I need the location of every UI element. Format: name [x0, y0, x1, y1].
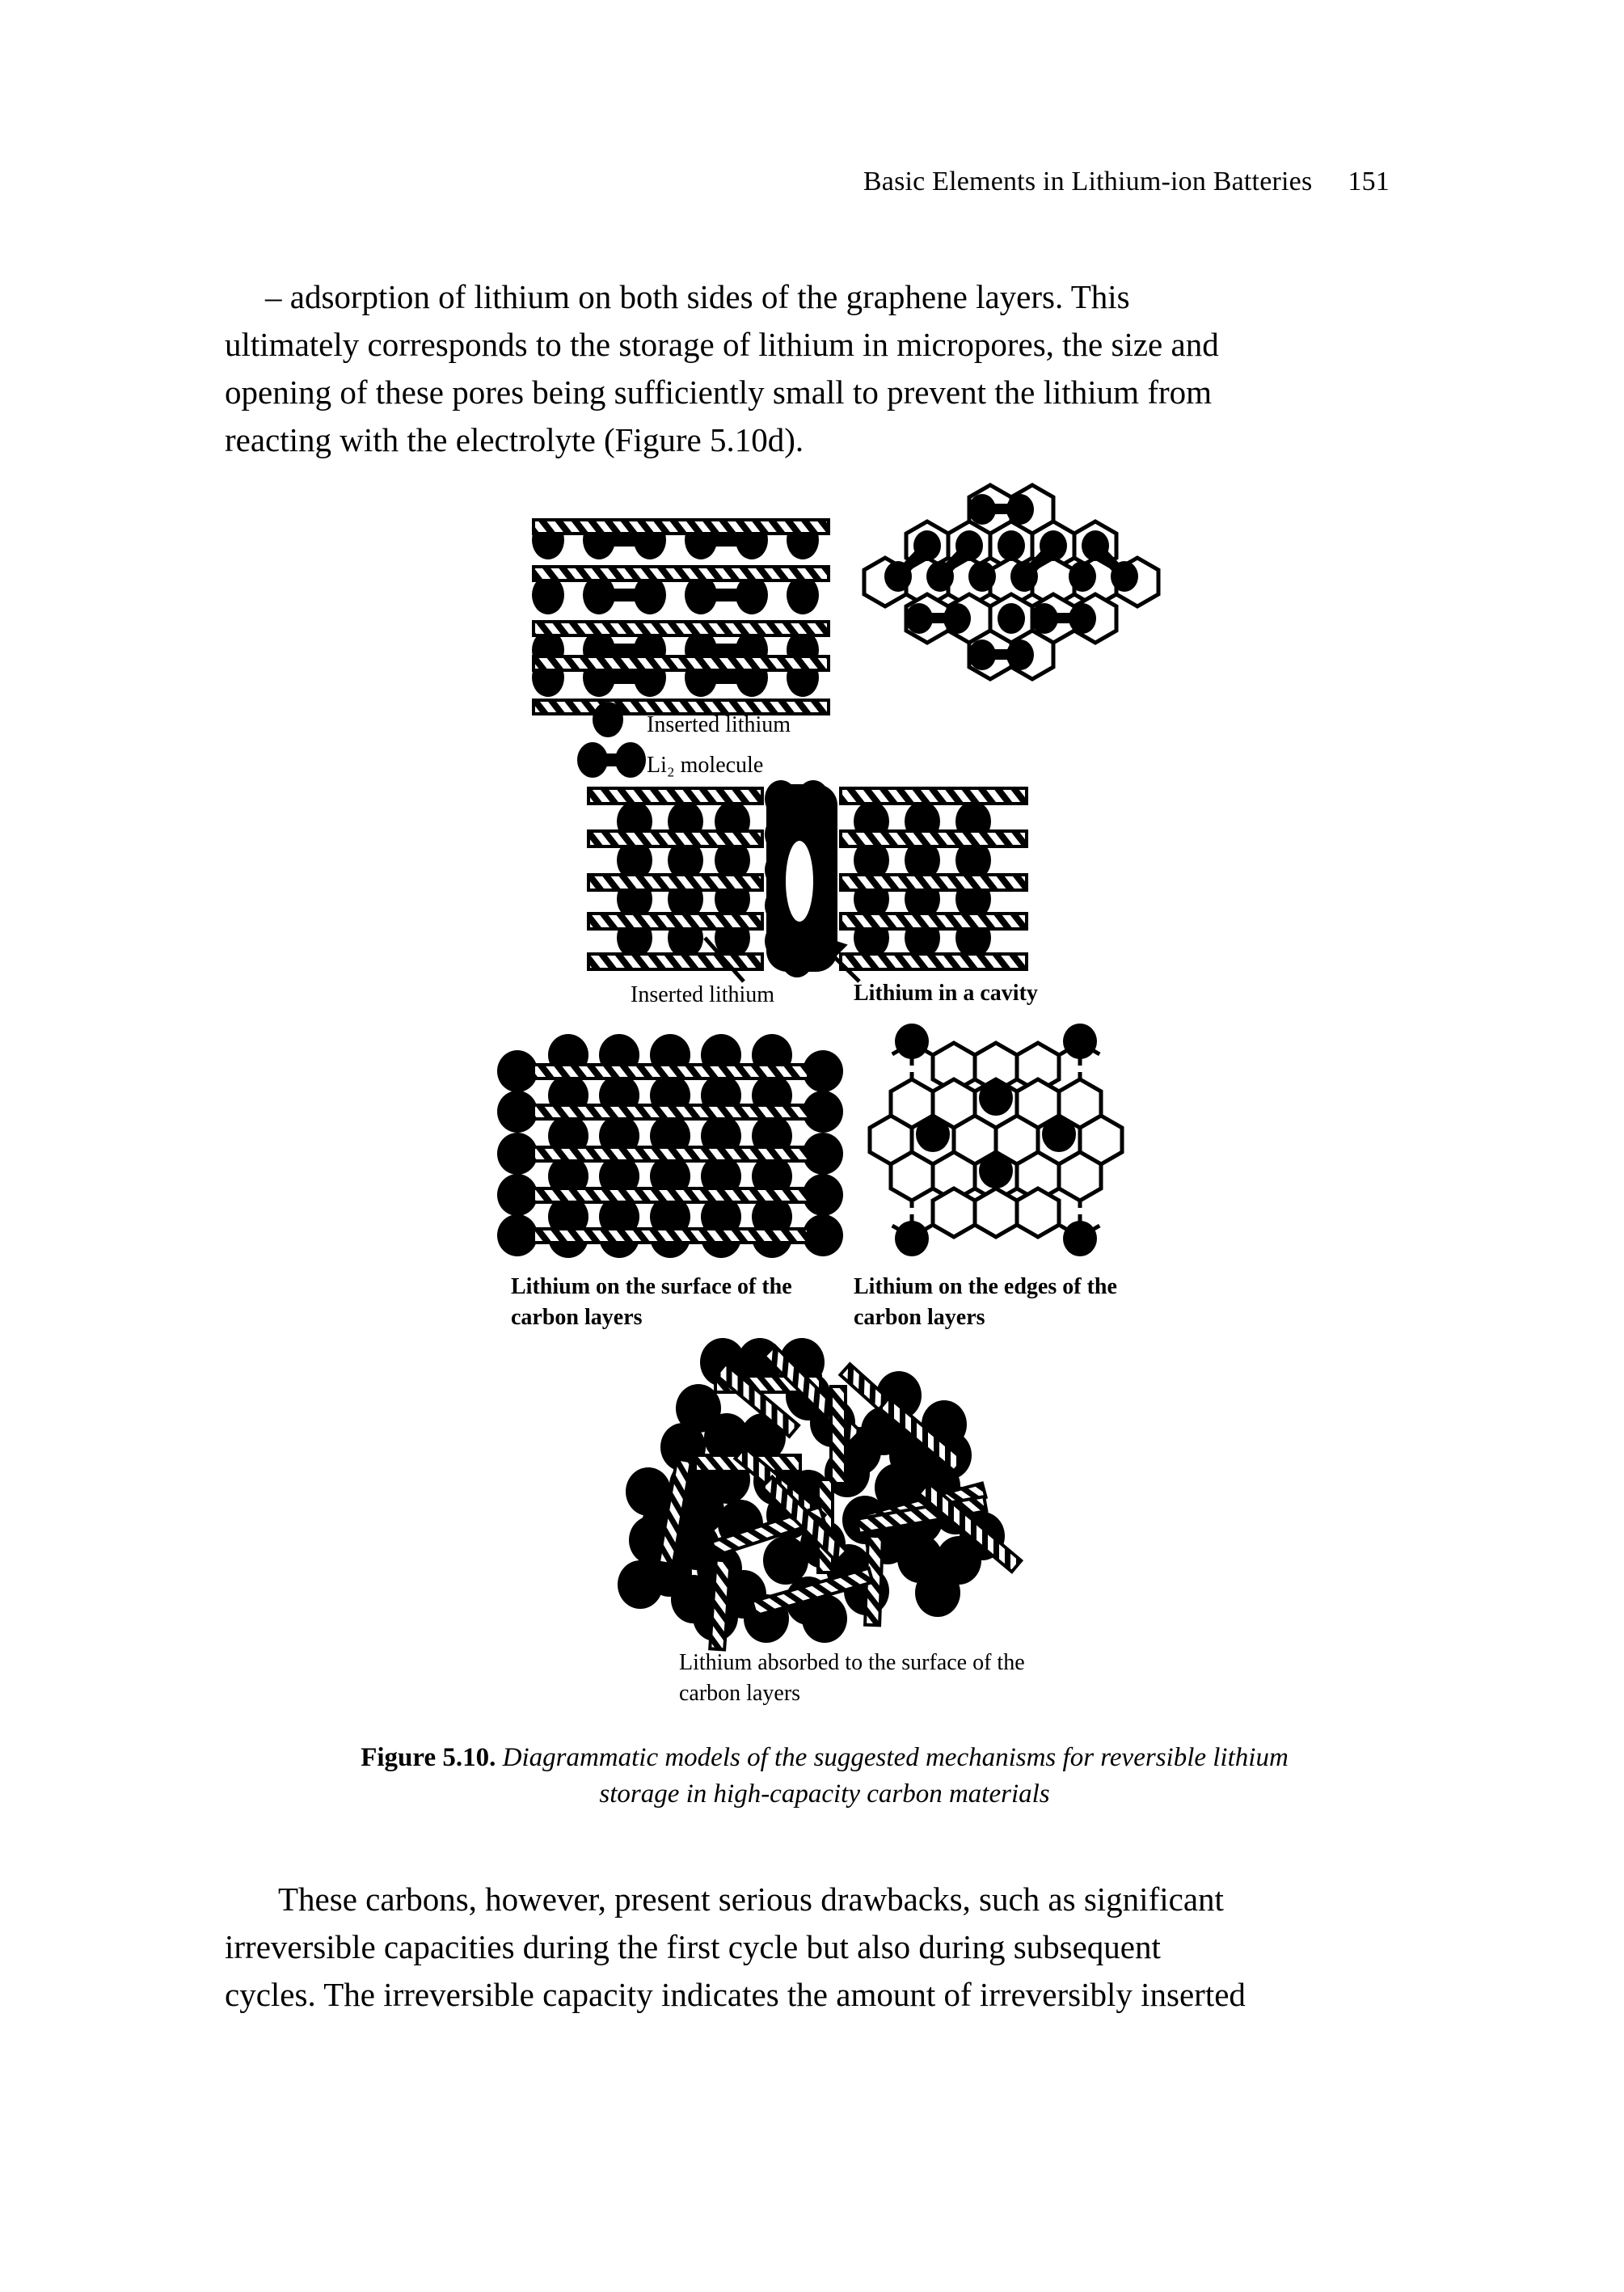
panel-honeycomb-edges: [867, 1024, 1124, 1256]
panel-disordered-fragments: [618, 1338, 1024, 1652]
figure-legend: [577, 702, 646, 778]
panel-cavity: [587, 780, 1028, 983]
running-head: Basic Elements in Lithium-ion Batteries 1…: [863, 167, 1390, 197]
paragraph-line: opening of these pores being sufficientl…: [225, 374, 1213, 411]
paragraph-text: These carbons, however, present serious …: [278, 1880, 1224, 1918]
label-lithium-in-cavity: Lithium in a cavity: [854, 981, 1038, 1006]
paragraph-line: irreversible capacities during the first…: [225, 1928, 1161, 1965]
legend-label-li2-molecule: Li₂ molecule: [647, 753, 764, 778]
paragraph-line: reacting with the electrolyte (Figure 5.…: [225, 421, 804, 458]
figure-caption: Figure 5.10. Diagrammatic models of the …: [267, 1740, 1382, 1813]
cavity-cluster: [765, 780, 837, 977]
legend-swatch-li2-molecule: [577, 742, 646, 778]
paragraph-line: ultimately corresponds to the storage of…: [225, 326, 1219, 363]
label-lithium-on-surface: Lithium on the surface of the carbon lay…: [511, 1274, 792, 1330]
leader-cavity: [808, 931, 861, 983]
label-lithium-on-edges: Lithium on the edges of the carbon layer…: [854, 1274, 1117, 1330]
leader-inserted-lithium: [703, 936, 745, 983]
figure-caption-line-2: storage in high-capacity carbon material…: [599, 1779, 1050, 1809]
legend-label-inserted-lithium: Inserted lithium: [647, 712, 791, 737]
paragraph-line: These carbons, however, present serious …: [225, 1876, 1401, 1923]
running-head-title: Basic Elements in Lithium-ion Batteries: [863, 167, 1313, 196]
label-lithium-absorbed: Lithium absorbed to the surface of the c…: [679, 1650, 1025, 1706]
paragraph-outro: These carbons, however, present serious …: [225, 1876, 1401, 2019]
panel-surface-layers: [497, 1034, 843, 1258]
panel-honeycomb-li2: [862, 483, 1161, 682]
figure-caption-line-1: Diagrammatic models of the suggested mec…: [502, 1743, 1289, 1772]
paragraph-line: cycles. The irreversible capacity indica…: [225, 1976, 1246, 2013]
figure-number: Figure 5.10.: [361, 1743, 496, 1772]
panel-intercalation-layers: [532, 518, 830, 715]
document-page: Basic Elements in Lithium-ion Batteries 1…: [0, 0, 1624, 2292]
legend-swatch-inserted-lithium: [593, 702, 623, 737]
paragraph-line: – adsorption of lithium on both sides of…: [225, 273, 1401, 321]
page-number: 151: [1348, 167, 1390, 196]
paragraph-intro: – adsorption of lithium on both sides of…: [225, 273, 1401, 464]
label-inserted-lithium: Inserted lithium: [631, 982, 775, 1007]
paragraph-text: – adsorption of lithium on both sides of…: [265, 278, 1130, 315]
